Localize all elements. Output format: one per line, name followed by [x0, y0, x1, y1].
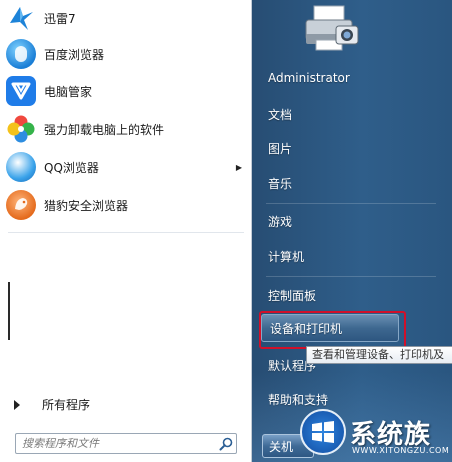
place-item-games[interactable]: 游戏	[260, 207, 440, 235]
start-menu-programs-pane: 迅雷7 百度浏览器 电脑管家 强力卸载电脑上的软件 QQ浏览器 ▶ 猎豹安全浏览…	[0, 0, 252, 462]
place-label: 文档	[268, 107, 293, 122]
program-item-liebao[interactable]: 猎豹安全浏览器	[6, 188, 246, 222]
program-label: 猎豹安全浏览器	[44, 198, 129, 213]
program-label: 电脑管家	[44, 84, 93, 99]
watermark-domain: WWW.XITONGZU.COM	[352, 446, 450, 455]
tooltip: 查看和管理设备、打印机及	[306, 346, 452, 364]
program-item-guanjia[interactable]: 电脑管家	[6, 74, 246, 108]
program-item-baidu-browser[interactable]: 百度浏览器	[6, 37, 246, 71]
shutdown-label: 关机	[269, 439, 294, 454]
place-item-pictures[interactable]: 图片	[260, 134, 440, 162]
program-item-qq-browser[interactable]: QQ浏览器 ▶	[6, 150, 246, 184]
place-label: 控制面板	[268, 288, 317, 303]
search-input[interactable]	[16, 433, 216, 454]
submenu-arrow-icon[interactable]: ▶	[236, 163, 242, 172]
expand-arrow-icon	[14, 399, 20, 410]
program-label: 迅雷7	[44, 11, 76, 26]
all-programs-button[interactable]: 所有程序	[14, 396, 90, 413]
program-label: 强力卸载电脑上的软件	[44, 122, 165, 137]
place-label: 计算机	[268, 249, 305, 264]
printer-icon	[305, 5, 359, 51]
place-item-control-panel[interactable]: 控制面板	[260, 281, 440, 309]
programs-divider	[8, 232, 244, 233]
search-box[interactable]	[15, 433, 237, 454]
tencent-guanjia-icon	[6, 76, 36, 106]
baidu-browser-icon	[6, 39, 36, 69]
places-divider	[266, 203, 436, 204]
program-item-xunlei[interactable]: 迅雷7	[6, 1, 246, 35]
place-label: 图片	[268, 141, 293, 156]
selection-highlight	[259, 311, 406, 349]
start-menu-places-pane: Administrator 文档 图片 音乐 游戏 计算机 控制面板 设备和打印…	[252, 0, 452, 462]
place-label: 音乐	[268, 176, 293, 191]
liebao-browser-icon	[6, 190, 36, 220]
place-label: 游戏	[268, 214, 293, 229]
place-item-computer[interactable]: 计算机	[260, 242, 440, 270]
windows-logo-icon	[300, 409, 346, 455]
uninstall-pinwheel-icon	[6, 114, 36, 144]
qq-browser-icon	[6, 152, 36, 182]
xunlei-bird-icon	[6, 3, 36, 33]
place-item-documents[interactable]: 文档	[260, 100, 440, 128]
places-divider	[266, 276, 436, 277]
place-item-music[interactable]: 音乐	[260, 169, 440, 197]
watermark-text: 系统族	[350, 419, 432, 450]
user-name-item[interactable]: Administrator	[260, 64, 440, 92]
user-name: Administrator	[268, 71, 350, 85]
program-item-uninstall[interactable]: 强力卸载电脑上的软件	[6, 112, 246, 146]
search-icon[interactable]	[216, 434, 236, 453]
divider-line	[8, 282, 10, 340]
program-label: QQ浏览器	[44, 160, 99, 175]
all-programs-label: 所有程序	[42, 398, 91, 412]
program-label: 百度浏览器	[44, 47, 105, 62]
